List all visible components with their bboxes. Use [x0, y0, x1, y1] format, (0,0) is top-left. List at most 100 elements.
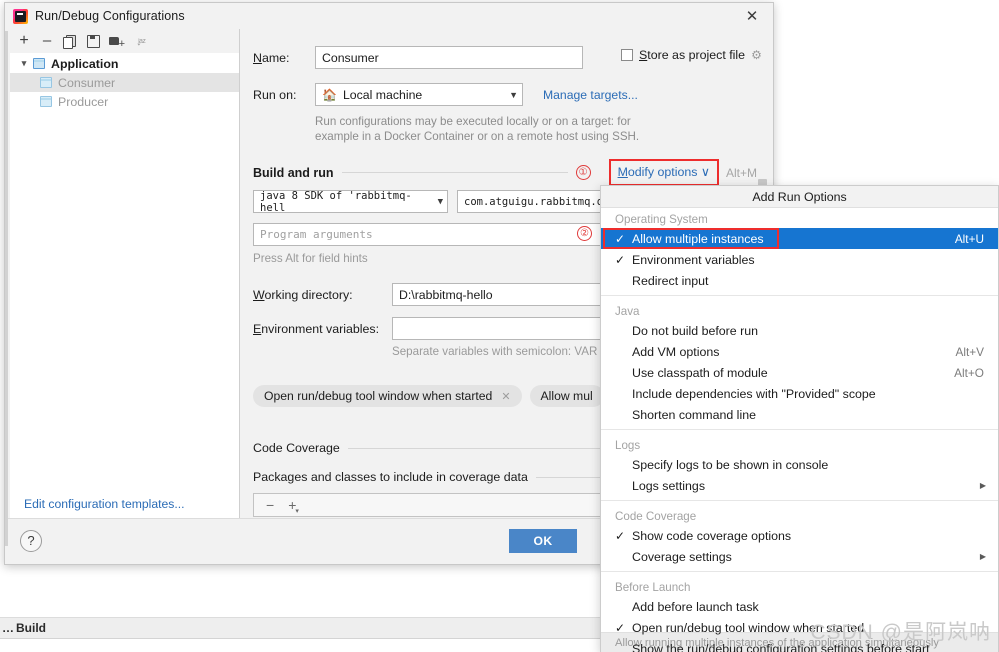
- chip-allow-multiple-instances[interactable]: Allow mul: [529, 385, 604, 407]
- minus-icon[interactable]: −: [266, 497, 274, 513]
- run-on-label: Run on:: [253, 87, 297, 102]
- dialog-left-edge: [5, 31, 8, 546]
- popup-title: Add Run Options: [601, 186, 998, 208]
- plus-dropdown-icon[interactable]: +▾: [288, 497, 300, 515]
- run-on-hint-line-1: Run configurations may be executed local…: [315, 115, 631, 128]
- menu-item-shortcut: Alt+U: [954, 231, 984, 246]
- home-icon: 🏠: [322, 87, 337, 102]
- submenu-arrow-icon: ▶: [979, 481, 986, 490]
- menu-item-label: Specify logs to be shown in console: [632, 457, 829, 472]
- sort-alpha-icon[interactable]: [132, 34, 146, 49]
- modify-options-shortcut: Alt+M: [725, 165, 757, 180]
- menu-item-add-vm-options[interactable]: Add VM options Alt+V: [601, 341, 998, 362]
- menu-item-show-settings-before-start[interactable]: Show the run/debug configuration setting…: [601, 638, 998, 652]
- configurations-tree: ▾ Application Consumer Producer: [10, 53, 239, 111]
- run-on-value: Local machine: [342, 87, 423, 102]
- tree-item-label: Consumer: [58, 75, 116, 90]
- gear-icon[interactable]: ⚙: [751, 48, 762, 62]
- module-value: com.atguigu.rabbitmq.one.: [464, 195, 623, 208]
- run-on-combobox[interactable]: 🏠 Local machine ▼: [315, 83, 523, 106]
- build-and-run-title: Build and run: [253, 165, 334, 180]
- chevron-down-icon: ∨: [700, 165, 710, 179]
- menu-item-label: Add before launch task: [632, 599, 759, 614]
- run-on-hint-line-2: example in a Docker Container or on a re…: [315, 130, 640, 143]
- configurations-tree-panel: ▾ Application Consumer Producer Edit con…: [10, 29, 240, 519]
- menu-item-logs-settings[interactable]: Logs settings ▶: [601, 475, 998, 496]
- application-icon: [33, 58, 45, 69]
- menu-item-add-before-launch-task[interactable]: Add before launch task: [601, 596, 998, 617]
- chevron-down-icon[interactable]: ▼: [504, 90, 518, 100]
- check-icon: ✓: [615, 620, 626, 635]
- menu-divider: [601, 429, 998, 430]
- environment-variables-input[interactable]: [392, 317, 622, 340]
- store-as-project-file-checkbox[interactable]: [621, 49, 633, 61]
- menu-item-allow-multiple-instances[interactable]: ✓ Allow multiple instances Alt+U: [601, 228, 998, 249]
- menu-item-show-code-coverage-options[interactable]: ✓ Show code coverage options: [601, 525, 998, 546]
- edit-configuration-templates-row: Edit configuration templates...: [10, 489, 239, 519]
- menu-item-shorten-command-line[interactable]: Shorten command line: [601, 404, 998, 425]
- name-input[interactable]: Consumer: [315, 46, 583, 69]
- menu-item-specify-logs[interactable]: Specify logs to be shown in console: [601, 454, 998, 475]
- close-icon[interactable]: ✕: [737, 5, 767, 27]
- menu-item-open-run-debug-tool-window[interactable]: ✓ Open run/debug tool window when starte…: [601, 617, 998, 638]
- code-coverage-title: Code Coverage: [253, 441, 340, 455]
- close-icon[interactable]: ✕: [501, 390, 510, 403]
- working-directory-input[interactable]: D:\rabbitmq-hello: [392, 283, 622, 306]
- menu-item-do-not-build-before-run[interactable]: Do not build before run: [601, 320, 998, 341]
- menu-item-label: Include dependencies with "Provided" sco…: [632, 386, 876, 401]
- help-button[interactable]: ?: [20, 530, 42, 552]
- menu-item-label: Do not build before run: [632, 323, 759, 338]
- chip-open-run-debug-tool-window[interactable]: Open run/debug tool window when started …: [253, 385, 522, 407]
- program-arguments-input[interactable]: Program arguments: [253, 223, 617, 246]
- name-label: Name:: [253, 50, 290, 65]
- store-as-project-file-row[interactable]: Store as project file ⚙: [621, 48, 762, 62]
- modify-options-button[interactable]: Modify options ∨: [618, 165, 710, 179]
- menu-group-label-code-coverage: Code Coverage: [615, 510, 697, 523]
- ok-button[interactable]: OK: [509, 529, 577, 553]
- menu-item-redirect-input[interactable]: Redirect input: [601, 270, 998, 291]
- field-hints-text: Press Alt for field hints: [253, 252, 368, 265]
- folder-add-icon[interactable]: [109, 34, 125, 51]
- menu-item-coverage-settings[interactable]: Coverage settings ▶: [601, 546, 998, 567]
- jdk-combobox[interactable]: java 8 SDK of 'rabbitmq-hell ▼: [253, 189, 448, 214]
- edit-configuration-templates-link[interactable]: Edit configuration templates...: [24, 497, 185, 511]
- menu-divider: [601, 295, 998, 296]
- menu-item-label: Environment variables: [632, 252, 755, 267]
- build-and-run-section-header: Build and run ① Modify options ∨ Alt+M: [253, 159, 757, 186]
- tree-item-label: Producer: [58, 94, 109, 109]
- save-icon[interactable]: [86, 34, 100, 48]
- manage-targets-link[interactable]: Manage targets...: [543, 88, 638, 102]
- environment-variables-label: Environment variables:: [253, 321, 380, 336]
- screenshot-root: Build Run/Debug Configurations ✕ ▾: [0, 0, 999, 652]
- check-icon: ✓: [615, 528, 626, 543]
- dialog-titlebar: Run/Debug Configurations ✕: [5, 3, 773, 29]
- store-as-project-file-label: Store as project file: [639, 48, 746, 62]
- marker-one: ①: [575, 165, 591, 180]
- working-directory-value: D:\rabbitmq-hello: [399, 287, 493, 302]
- minus-icon[interactable]: [40, 34, 54, 48]
- chevron-down-icon[interactable]: ▼: [433, 197, 443, 207]
- working-directory-label: Working directory:: [253, 287, 353, 302]
- tree-item-application[interactable]: ▾ Application: [10, 54, 239, 73]
- chevron-down-icon[interactable]: ▾: [18, 58, 30, 69]
- plus-icon[interactable]: [17, 34, 31, 48]
- menu-item-label: Show code coverage options: [632, 528, 792, 543]
- packages-title: Packages and classes to include in cover…: [253, 470, 528, 484]
- menu-item-label: Show the run/debug configuration setting…: [632, 641, 930, 652]
- section-divider: [341, 172, 568, 173]
- menu-item-include-provided-dependencies[interactable]: Include dependencies with "Provided" sco…: [601, 383, 998, 404]
- jdk-value: java 8 SDK of 'rabbitmq-hell: [260, 189, 412, 214]
- menu-item-environment-variables[interactable]: ✓ Environment variables: [601, 249, 998, 270]
- copy-icon[interactable]: [63, 34, 77, 49]
- working-directory-row: Working directory: D:\rabbitmq-hello: [253, 283, 622, 306]
- tree-item-label: Application: [51, 56, 119, 71]
- menu-item-label: Add VM options: [632, 344, 720, 359]
- intellij-idea-icon: [13, 8, 28, 24]
- tree-item-producer[interactable]: Producer: [10, 92, 239, 111]
- tree-item-consumer[interactable]: Consumer: [10, 73, 239, 92]
- run-on-hint: Run configurations may be executed local…: [315, 115, 639, 143]
- popup-menu-body: Operating System ✓ Allow multiple instan…: [601, 208, 998, 652]
- menu-item-use-classpath-of-module[interactable]: Use classpath of module Alt+O: [601, 362, 998, 383]
- environment-variables-row: Environment variables:: [253, 317, 622, 340]
- options-chips: Open run/debug tool window when started …: [253, 385, 612, 407]
